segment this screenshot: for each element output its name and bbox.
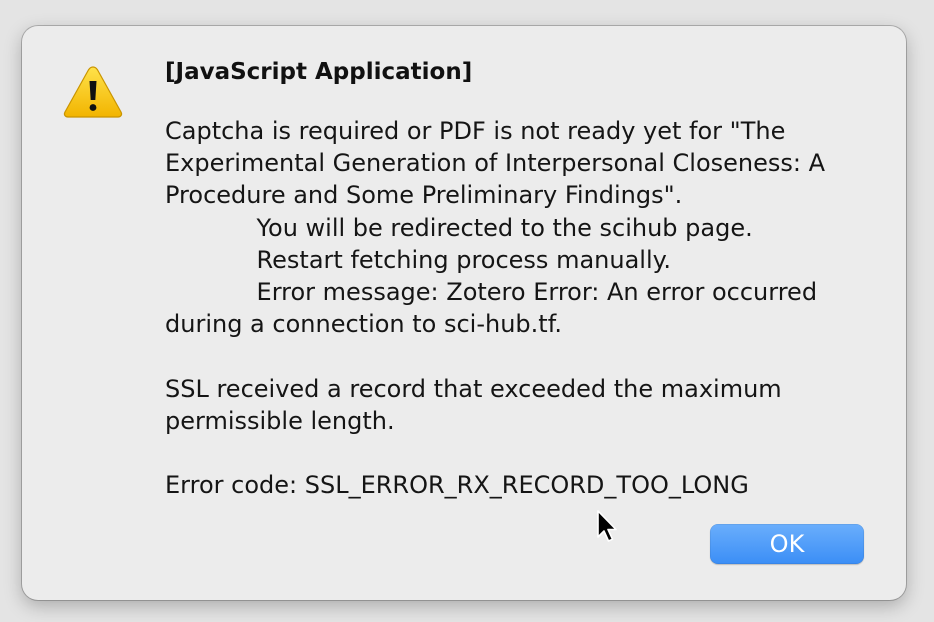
warning-icon (63, 66, 123, 118)
mouse-cursor-icon (597, 510, 617, 542)
dialog-message: Captcha is required or PDF is not ready … (165, 117, 826, 500)
alert-dialog: [JavaScript Application] Captcha is requ… (22, 26, 906, 600)
ok-button[interactable]: OK (710, 524, 864, 564)
dialog-title: [JavaScript Application] (165, 59, 473, 85)
